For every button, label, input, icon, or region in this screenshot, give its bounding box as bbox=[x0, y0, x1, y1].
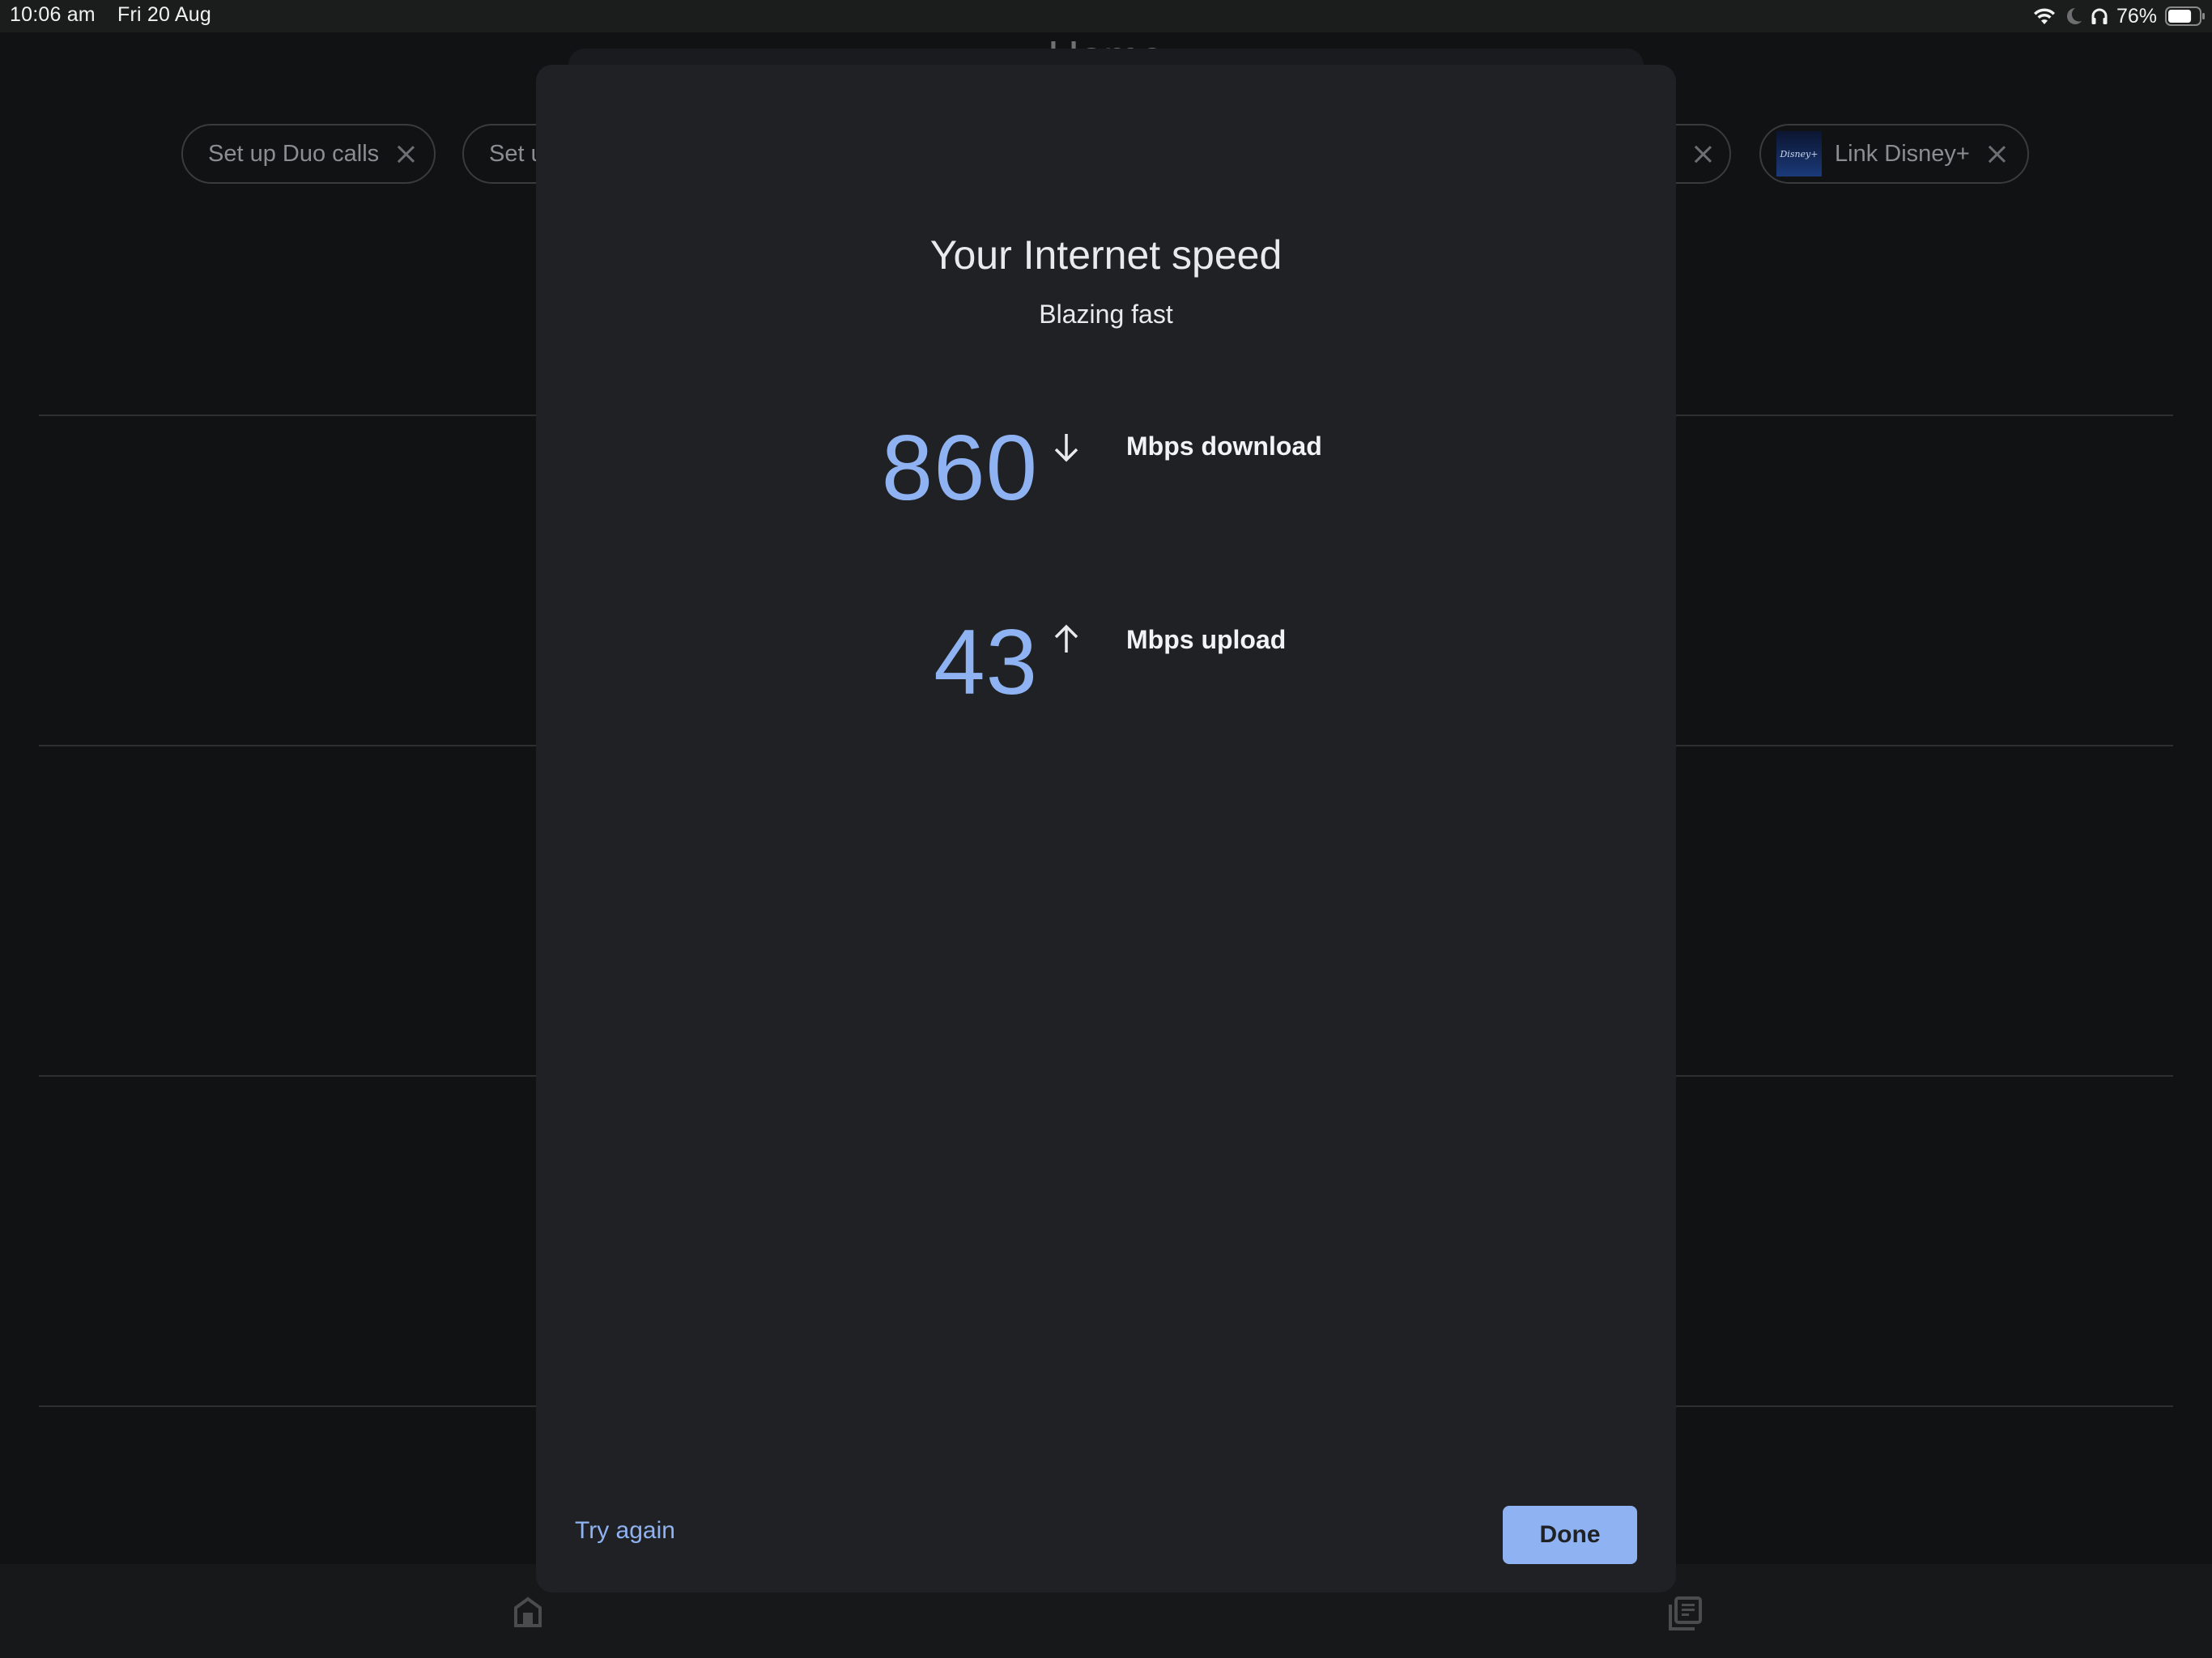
status-date: Fri 20 Aug bbox=[117, 3, 211, 26]
disney-plus-logo: Disney+ bbox=[1776, 131, 1822, 176]
status-time: 10:06 am bbox=[10, 3, 96, 26]
close-icon[interactable] bbox=[1988, 145, 2006, 163]
upload-speed-value: 43 bbox=[934, 611, 1038, 714]
internet-speed-dialog: Your Internet speed Blazing fast 860 Mbp… bbox=[536, 65, 1676, 1592]
download-speed-value: 860 bbox=[881, 417, 1038, 520]
try-again-button[interactable]: Try again bbox=[575, 1517, 675, 1545]
chip-set-up-duo-calls[interactable]: Set up Duo calls bbox=[181, 124, 436, 184]
done-button[interactable]: Done bbox=[1503, 1506, 1637, 1564]
chip-label: Set up Duo calls bbox=[208, 140, 380, 167]
download-unit-label: Mbps download bbox=[1126, 432, 1322, 461]
chip-link-disney-plus[interactable]: Disney+ Link Disney+ bbox=[1759, 124, 2029, 184]
wifi-icon bbox=[2032, 6, 2057, 26]
chip-label: Link Disney+ bbox=[1835, 140, 1970, 167]
dialog-title: Your Internet speed bbox=[929, 232, 1283, 278]
close-icon[interactable] bbox=[1694, 145, 1712, 163]
status-time-date: 10:06 am Fri 20 Aug bbox=[10, 3, 228, 27]
home-icon[interactable] bbox=[513, 1596, 542, 1631]
arrow-down-icon bbox=[1052, 431, 1081, 467]
arrow-up-icon bbox=[1052, 623, 1081, 660]
library-icon[interactable] bbox=[1668, 1596, 1704, 1635]
upload-unit-label: Mbps upload bbox=[1126, 625, 1287, 654]
dialog-subtitle: Blazing fast bbox=[1039, 300, 1173, 329]
do-not-disturb-moon-icon bbox=[2065, 6, 2082, 26]
headphones-icon bbox=[2091, 6, 2108, 26]
close-icon[interactable] bbox=[397, 145, 415, 163]
